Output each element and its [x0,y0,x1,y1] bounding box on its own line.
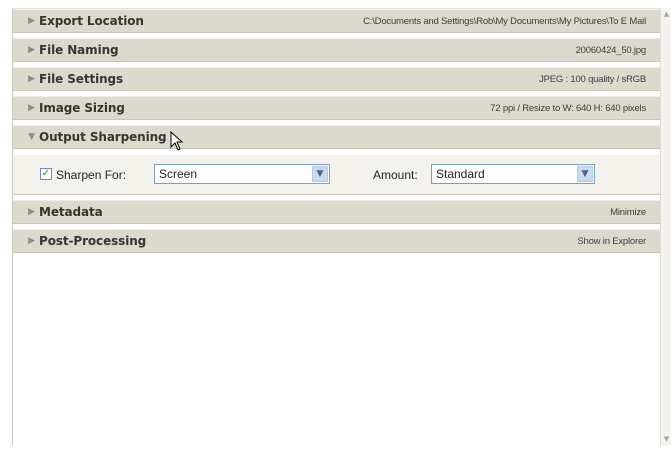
panel-summary: 20060424_50.jpg [575,44,647,56]
checkmark-icon: ✓ [41,168,51,179]
amount-value: Standard [436,167,485,181]
mouse-pointer-icon [170,131,184,151]
vertical-scrollbar[interactable]: ▲ ▼ [660,8,671,446]
export-settings-panel: ▶ Export Location C:\Documents and Setti… [12,8,660,446]
amount-select[interactable]: Standard ▼ [431,164,595,184]
triangle-down-icon: ▼ [28,132,35,142]
panel-summary: C:\Documents and Settings\Rob\My Documen… [363,15,646,27]
panel-title: Image Sizing [39,101,125,115]
sharpen-for-label: Sharpen For: [56,168,127,182]
panel-header-export-location[interactable]: ▶ Export Location C:\Documents and Setti… [13,9,660,33]
panel-header-post-processing[interactable]: ▶ Post-Processing Show in Explorer [13,229,660,253]
panel-header-image-sizing[interactable]: ▶ Image Sizing 72 ppi / Resize to W: 640… [13,96,660,120]
triangle-right-icon: ▶ [28,207,35,217]
triangle-right-icon: ▶ [28,74,35,84]
triangle-right-icon: ▶ [28,236,35,246]
sharpen-for-select[interactable]: Screen ▼ [154,164,330,184]
panel-title: Output Sharpening [39,130,167,144]
panel-title: Post-Processing [39,234,147,248]
panel-header-metadata[interactable]: ▶ Metadata Minimize [13,200,660,224]
panel-header-file-naming[interactable]: ▶ File Naming 20060424_50.jpg [13,38,660,62]
sharpen-for-value: Screen [159,167,198,181]
triangle-right-icon: ▶ [28,16,35,26]
output-sharpening-content: ✓ Sharpen For: Screen ▼ Amount: Standard… [13,155,660,195]
panel-title: File Naming [39,43,119,57]
panel-title: Metadata [39,205,103,219]
chevron-down-icon[interactable]: ▼ [312,166,328,182]
panel-title: File Settings [39,72,124,86]
amount-label: Amount: [373,168,418,182]
panel-summary: 72 ppi / Resize to W: 640 H: 640 pixels [490,102,646,114]
scroll-up-icon[interactable]: ▲ [662,10,671,19]
triangle-right-icon: ▶ [28,45,35,55]
panel-summary: Minimize [610,206,646,218]
scroll-down-icon[interactable]: ▼ [662,435,671,444]
panel-title: Export Location [39,14,144,28]
sharpen-for-checkbox[interactable]: ✓ [40,168,52,180]
triangle-right-icon: ▶ [28,103,35,113]
chevron-down-icon[interactable]: ▼ [577,166,593,182]
panel-header-output-sharpening[interactable]: ▼ Output Sharpening [13,125,660,149]
panel-summary: Show in Explorer [577,235,646,247]
panel-header-file-settings[interactable]: ▶ File Settings JPEG : 100 quality / sRG… [13,67,660,91]
panel-summary: JPEG : 100 quality / sRGB [539,73,646,85]
